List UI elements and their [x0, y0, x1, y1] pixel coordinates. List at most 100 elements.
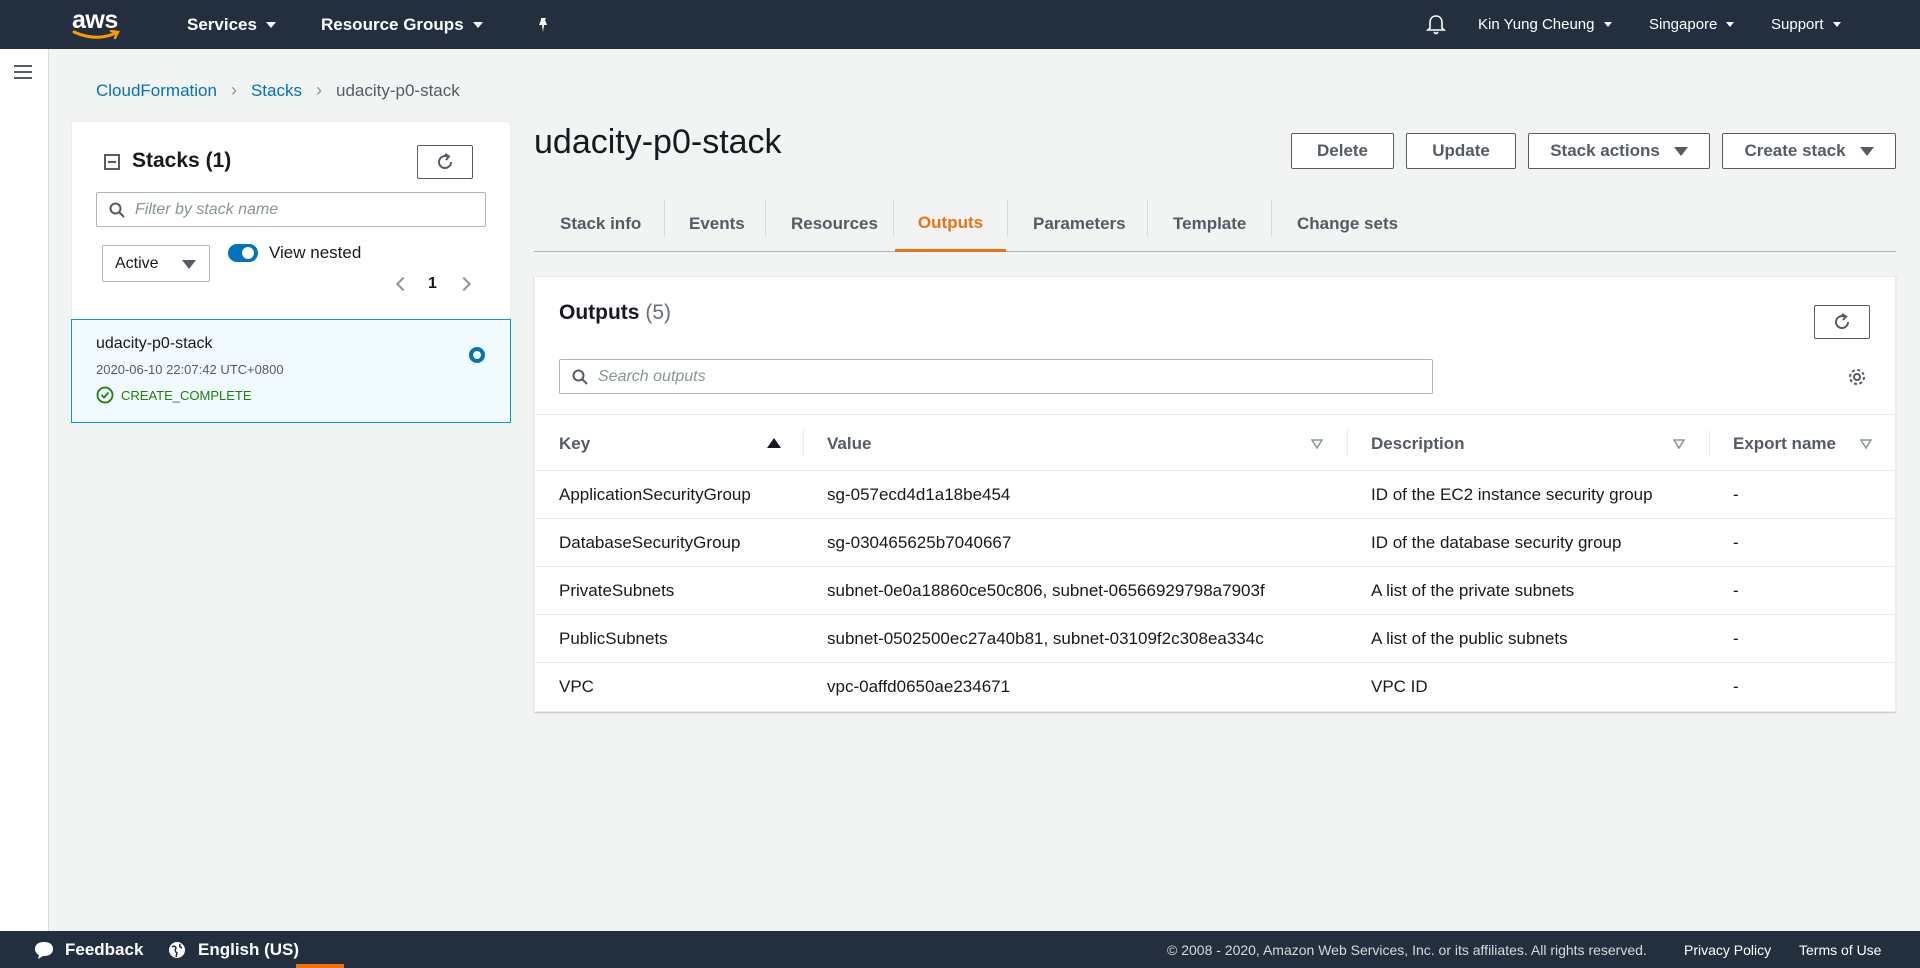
outputs-search-field[interactable]	[559, 359, 1433, 394]
stack-status-text: CREATE_COMPLETE	[121, 387, 252, 403]
stacks-panel: Stacks (1) Active View nested 1 udacity-…	[71, 121, 511, 423]
sort-ascending-icon[interactable]	[767, 438, 781, 448]
outputs-title: Outputs (5)	[559, 301, 671, 325]
outputs-refresh-button[interactable]	[1814, 305, 1870, 339]
support-menu[interactable]: Support	[1771, 0, 1841, 49]
pin-icon	[539, 17, 547, 32]
cell-key: DatabaseSecurityGroup	[559, 533, 741, 552]
user-menu[interactable]: Kin Yung Cheung	[1478, 0, 1612, 49]
chevron-right-icon[interactable]	[456, 276, 471, 292]
breadcrumb: CloudFormation › Stacks › udacity-p0-sta…	[96, 80, 460, 101]
sort-icon[interactable]	[1311, 439, 1323, 449]
bell-icon	[1426, 14, 1446, 34]
outputs-table-header: Key Value Description Export name	[535, 414, 1895, 471]
speech-bubble-icon	[35, 941, 53, 959]
delete-button[interactable]: Delete	[1291, 133, 1394, 169]
gear-icon[interactable]	[1847, 367, 1867, 387]
stack-name: udacity-p0-stack	[96, 335, 213, 352]
create-stack-button[interactable]: Create stack	[1722, 133, 1896, 169]
page-number[interactable]: 1	[428, 275, 437, 293]
cell-value: subnet-0502500ec27a40b81, subnet-03109f2…	[827, 629, 1264, 648]
language-label: English (US)	[198, 939, 300, 959]
resource-groups-label: Resource Groups	[321, 14, 464, 34]
pin-button[interactable]	[535, 0, 551, 49]
chevron-down-icon	[1603, 22, 1612, 27]
aws-logo[interactable]: aws	[72, 6, 126, 42]
cell-description: ID of the database security group	[1371, 533, 1622, 552]
update-button[interactable]: Update	[1406, 133, 1516, 169]
cell-export-name: -	[1733, 485, 1739, 504]
privacy-policy-link[interactable]: Privacy Policy	[1684, 931, 1771, 968]
breadcrumb-stacks[interactable]: Stacks	[251, 81, 302, 101]
status-filter-select[interactable]: Active	[102, 245, 210, 282]
side-rail	[0, 49, 49, 931]
tab-divider	[765, 200, 766, 236]
stack-tabs: Stack info Events Resources Outputs Para…	[534, 197, 1896, 252]
column-divider	[1709, 430, 1710, 456]
stack-select-radio[interactable]	[469, 347, 485, 363]
support-label: Support	[1771, 16, 1824, 33]
top-navigation: aws Services Resource Groups Kin Yung Ch…	[0, 0, 1920, 49]
breadcrumb-current: udacity-p0-stack	[335, 80, 460, 100]
chevron-left-icon[interactable]	[395, 276, 411, 292]
table-row: VPC vpc-0affd0650ae234671 VPC ID -	[535, 663, 1895, 711]
sort-icon[interactable]	[1860, 439, 1872, 449]
column-divider	[803, 430, 804, 456]
column-header-key[interactable]: Key	[559, 415, 590, 472]
tab-stack-info[interactable]: Stack info	[560, 197, 641, 251]
stacks-title-text: Stacks	[132, 149, 200, 172]
tab-outputs[interactable]: Outputs	[895, 197, 1006, 252]
stack-list-item[interactable]: udacity-p0-stack 2020-06-10 22:07:42 UTC…	[71, 319, 511, 423]
table-row: DatabaseSecurityGroup sg-030465625b70406…	[535, 519, 1895, 567]
column-header-description[interactable]: Description	[1371, 415, 1465, 472]
column-header-export-name[interactable]: Export name	[1733, 415, 1836, 472]
sort-icon[interactable]	[1673, 439, 1685, 449]
chevron-down-icon	[1726, 22, 1735, 27]
aws-smile-icon	[72, 30, 120, 40]
stack-filter-input[interactable]	[135, 200, 485, 219]
language-selector[interactable]: English (US)	[168, 931, 299, 968]
menu-icon[interactable]	[14, 65, 32, 79]
page-title: udacity-p0-stack	[534, 123, 782, 161]
tab-resources[interactable]: Resources	[791, 197, 878, 251]
stack-filter-field[interactable]	[96, 192, 486, 227]
region-menu[interactable]: Singapore	[1649, 0, 1735, 49]
cell-key: PrivateSubnets	[559, 581, 675, 600]
success-check-icon	[96, 386, 114, 404]
cell-key: ApplicationSecurityGroup	[559, 485, 751, 504]
breadcrumb-cloudformation[interactable]: CloudFormation	[96, 81, 217, 101]
tab-divider	[893, 200, 894, 236]
feedback-button[interactable]: Feedback	[33, 931, 143, 968]
tab-events[interactable]: Events	[689, 197, 745, 251]
stack-created-time: 2020-06-10 22:07:42 UTC+0800	[96, 362, 284, 377]
footer-accent	[296, 964, 344, 968]
stacks-title: Stacks (1)	[132, 149, 231, 173]
chevron-down-icon	[1832, 22, 1841, 27]
update-button-label: Update	[1432, 141, 1490, 160]
tab-parameters[interactable]: Parameters	[1033, 197, 1126, 251]
outputs-search-input[interactable]	[598, 367, 1432, 386]
terms-of-use-link[interactable]: Terms of Use	[1799, 931, 1881, 968]
table-row: ApplicationSecurityGroup sg-057ecd4d1a18…	[535, 471, 1895, 519]
stacks-refresh-button[interactable]	[417, 145, 473, 179]
cell-value: sg-030465625b7040667	[827, 533, 1012, 552]
resource-groups-menu[interactable]: Resource Groups	[321, 0, 483, 49]
tab-template[interactable]: Template	[1173, 197, 1246, 251]
services-label: Services	[187, 14, 257, 34]
copyright-text: © 2008 - 2020, Amazon Web Services, Inc.…	[1167, 941, 1647, 958]
cell-description: A list of the private subnets	[1371, 581, 1575, 600]
tab-divider	[1007, 200, 1008, 236]
delete-button-label: Delete	[1316, 141, 1369, 160]
notifications-button[interactable]	[1426, 0, 1446, 49]
view-nested-toggle[interactable]	[228, 244, 258, 262]
services-menu[interactable]: Services	[187, 0, 276, 49]
column-header-value[interactable]: Value	[827, 415, 871, 472]
chevron-down-icon	[472, 21, 483, 28]
tab-change-sets[interactable]: Change sets	[1297, 197, 1398, 251]
tab-divider	[664, 200, 665, 236]
collapse-icon[interactable]	[104, 154, 120, 170]
stack-actions-button[interactable]: Stack actions	[1528, 133, 1710, 169]
cell-value: subnet-0e0a18860ce50c806, subnet-0656692…	[827, 581, 1265, 600]
cell-key: PublicSubnets	[559, 629, 668, 648]
tab-divider	[1147, 200, 1148, 236]
